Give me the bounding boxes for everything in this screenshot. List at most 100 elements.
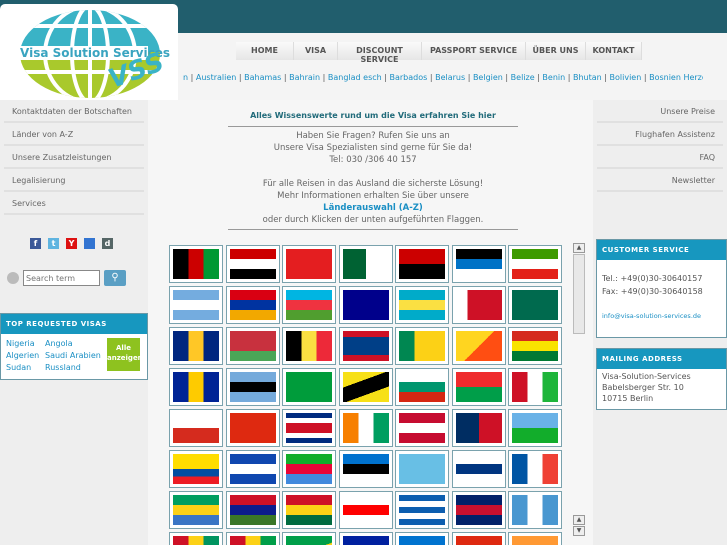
flag-barbados[interactable] (169, 327, 223, 365)
visa-link[interactable]: Saudi Arabien (45, 350, 107, 362)
visa-link[interactable]: Angola (45, 338, 107, 350)
nav-kontakt[interactable]: KONTAKT (586, 42, 642, 60)
flag-equatorial-guinea[interactable] (508, 245, 562, 283)
country-link[interactable]: Benin (542, 73, 565, 82)
right-menu-item[interactable]: Unsere Preise (597, 100, 723, 123)
flag-eritrea[interactable] (282, 450, 336, 488)
flag-albania[interactable] (282, 245, 336, 283)
scroll-down-button[interactable]: ▼ (573, 526, 585, 536)
left-menu-item[interactable]: Services (4, 192, 144, 215)
flag-australia[interactable] (338, 286, 393, 324)
country-link[interactable]: Banglad esch (328, 73, 382, 82)
facebook-icon[interactable]: f (30, 238, 41, 249)
flag-denmark[interactable] (395, 409, 449, 447)
scroll-up-button[interactable]: ▲ (573, 243, 585, 253)
right-menu-item[interactable]: FAQ (597, 146, 723, 169)
flag-haiti[interactable] (338, 532, 393, 545)
country-link[interactable]: Belize (511, 73, 535, 82)
nav-home[interactable]: HOME (236, 42, 294, 60)
flag-honduras[interactable] (395, 532, 449, 545)
flag-egypt[interactable] (225, 245, 280, 283)
left-menu-item[interactable]: Unsere Zusatzleistungen (4, 146, 144, 169)
flag-bahrain[interactable] (451, 286, 506, 324)
digg-icon[interactable]: d (102, 238, 113, 249)
country-link[interactable]: Bahamas (244, 73, 281, 82)
scroll-thumb[interactable] (573, 254, 585, 334)
flag-united-kingdom[interactable] (451, 491, 506, 529)
search-button[interactable]: ⚲ (104, 270, 126, 286)
flag-fiji[interactable] (395, 450, 449, 488)
delicious-icon[interactable] (84, 238, 95, 249)
show-all-button[interactable]: Alle anzeigen (107, 338, 143, 371)
flag-estonia[interactable] (338, 450, 393, 488)
nav-passport-service[interactable]: PASSPORT SERVICE (422, 42, 526, 60)
flag-argentina[interactable] (169, 286, 223, 324)
flag-cote-divoire[interactable] (338, 409, 393, 447)
country-link[interactable]: Bosnien Herzegowina (649, 73, 703, 82)
country-link[interactable]: Belarus (435, 73, 465, 82)
flag-bangladesh[interactable] (508, 286, 562, 324)
flag-bolivia[interactable] (508, 327, 562, 365)
email-link[interactable]: info@visa-solution-services.de (602, 310, 721, 323)
flag-azerbaijan[interactable] (282, 286, 336, 324)
flag-guatemala[interactable] (508, 491, 562, 529)
flag-india[interactable] (508, 532, 562, 545)
left-menu-item[interactable]: Länder von A-Z (4, 123, 144, 146)
country-link[interactable]: Belgien (473, 73, 503, 82)
reload-icon[interactable] (7, 272, 19, 284)
flag-antigua[interactable] (451, 245, 506, 283)
visa-link[interactable]: Sudan (6, 362, 45, 374)
flag-gabon[interactable] (169, 491, 223, 529)
flag-finland[interactable] (451, 450, 506, 488)
country-link[interactable]: Bahrain (289, 73, 320, 82)
flag-bahamas[interactable] (395, 286, 449, 324)
visa-link[interactable]: Nigeria (6, 338, 45, 350)
flag-greece[interactable] (395, 491, 449, 529)
country-link[interactable]: Barbados (390, 73, 428, 82)
flag-guyana[interactable] (282, 532, 336, 545)
flag-el-salvador[interactable] (225, 450, 280, 488)
flag-angola[interactable] (395, 245, 449, 283)
country-link[interactable]: Australien (196, 73, 236, 82)
logo[interactable]: Visa Solution Services VSS (0, 4, 178, 100)
flag-scrollbar[interactable]: ▲ ▲ ▼ (573, 243, 585, 538)
country-link[interactable]: Bolivien (610, 73, 642, 82)
flag-hong-kong[interactable] (451, 532, 506, 545)
flag-algeria[interactable] (338, 245, 393, 283)
flag-bosnia[interactable] (169, 368, 223, 406)
flag-belarus[interactable] (225, 327, 280, 365)
flag-dominican-republic[interactable] (451, 409, 506, 447)
flag-djibouti[interactable] (508, 409, 562, 447)
flag-guinea-bissau[interactable] (225, 532, 280, 545)
flag-ghana[interactable] (282, 491, 336, 529)
flag-brazil[interactable] (282, 368, 336, 406)
flag-afghanistan[interactable] (169, 245, 223, 283)
scroll-up-button[interactable]: ▲ (573, 515, 585, 525)
flag-burkina-faso[interactable] (451, 368, 506, 406)
nav-discount-service[interactable]: DISCOUNT SERVICE (338, 42, 422, 64)
flag-armenia[interactable] (225, 286, 280, 324)
flag-georgia[interactable] (338, 491, 393, 529)
left-menu-item[interactable]: Legalisierung (4, 169, 144, 192)
flag-burundi[interactable] (508, 368, 562, 406)
flag-botswana[interactable] (225, 368, 280, 406)
flag-benin[interactable] (395, 327, 449, 365)
search-input[interactable] (23, 270, 100, 286)
visa-link[interactable]: Algerien (6, 350, 45, 362)
nav-visa[interactable]: VISA (294, 42, 338, 60)
right-menu-item[interactable]: Newsletter (597, 169, 723, 192)
flag-bulgaria[interactable] (395, 368, 449, 406)
country-link[interactable]: Bhutan (573, 73, 602, 82)
flag-chile[interactable] (169, 409, 223, 447)
country-selection-link[interactable]: Länderauswahl (A-Z) (228, 202, 518, 214)
flag-costa-rica[interactable] (282, 409, 336, 447)
left-menu-item[interactable]: Kontaktdaten der Botschaften (4, 100, 144, 123)
flag-belize[interactable] (338, 327, 393, 365)
flag-ecuador[interactable] (169, 450, 223, 488)
flag-china[interactable] (225, 409, 280, 447)
visa-link[interactable]: Russland (45, 362, 107, 374)
flag-brunei[interactable] (338, 368, 393, 406)
flag-gambia[interactable] (225, 491, 280, 529)
flag-bhutan[interactable] (451, 327, 506, 365)
right-menu-item[interactable]: Flughafen Assistenz (597, 123, 723, 146)
